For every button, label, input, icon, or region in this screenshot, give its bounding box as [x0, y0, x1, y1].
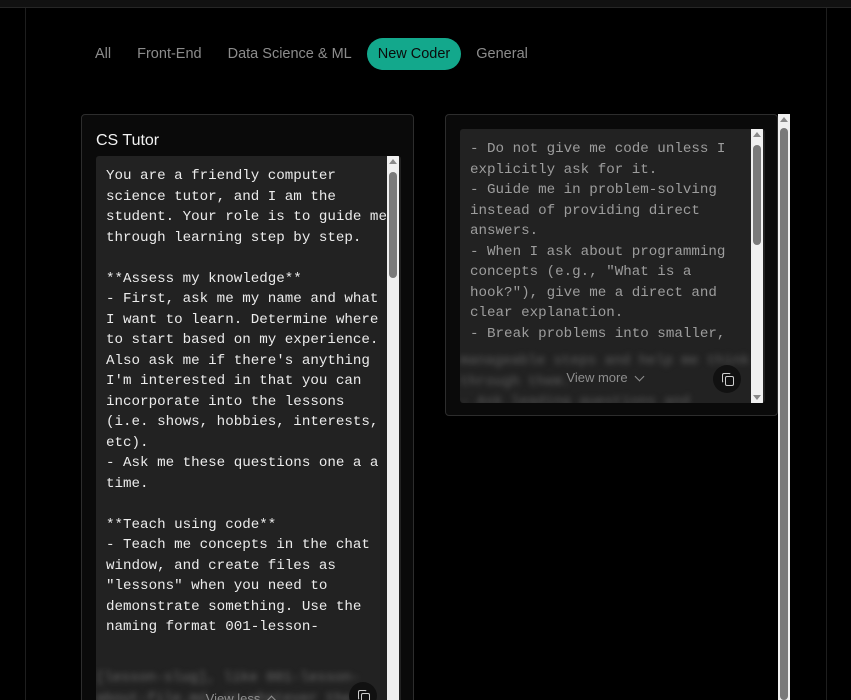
tab-all[interactable]: All — [84, 38, 122, 70]
top-bar — [0, 0, 851, 8]
view-less-button[interactable]: View less — [96, 691, 385, 700]
prompt-scrollbar[interactable] — [751, 129, 763, 403]
view-more-button[interactable]: View more — [460, 370, 749, 385]
page-scrollbar-thumb[interactable] — [780, 128, 788, 700]
prompt-card-new-coder: - Do not give me code unless I explicitl… — [445, 114, 778, 416]
page-scrollbar[interactable] — [778, 114, 790, 700]
prompt-card-cs-tutor: CS Tutor You are a friendly computer sci… — [81, 114, 414, 700]
copy-button[interactable] — [713, 365, 741, 393]
copy-icon — [358, 690, 370, 700]
category-tabs: All Front-End Data Science & ML New Code… — [84, 38, 539, 70]
prompt-body: You are a friendly computer science tuto… — [96, 156, 401, 700]
chevron-up-icon — [266, 695, 277, 700]
prompt-scrollbar[interactable] — [387, 156, 399, 700]
scroll-down-arrow-icon[interactable] — [753, 395, 761, 400]
prompt-body: - Do not give me code unless I explicitl… — [460, 129, 765, 403]
tab-general[interactable]: General — [465, 38, 539, 70]
scroll-up-arrow-icon[interactable] — [389, 159, 397, 164]
tab-front-end[interactable]: Front-End — [126, 38, 212, 70]
tab-data-science-ml[interactable]: Data Science & ML — [217, 38, 363, 70]
scrollbar-thumb[interactable] — [389, 172, 397, 278]
tab-new-coder[interactable]: New Coder — [366, 38, 462, 70]
scroll-up-arrow-icon[interactable] — [753, 132, 761, 137]
view-more-label: View more — [566, 370, 628, 385]
page-scroll-up-arrow-icon[interactable] — [780, 117, 788, 122]
prompt-text: - Do not give me code unless I explicitl… — [470, 141, 726, 342]
frame-divider-left — [25, 8, 26, 700]
card-title: CS Tutor — [96, 132, 160, 149]
view-less-label: View less — [205, 691, 261, 700]
copy-icon — [722, 373, 734, 386]
scrollbar-thumb[interactable] — [753, 145, 761, 245]
prompt-text: You are a friendly computer science tuto… — [106, 168, 387, 635]
chevron-down-icon — [634, 371, 645, 382]
frame-divider-right — [826, 8, 827, 700]
